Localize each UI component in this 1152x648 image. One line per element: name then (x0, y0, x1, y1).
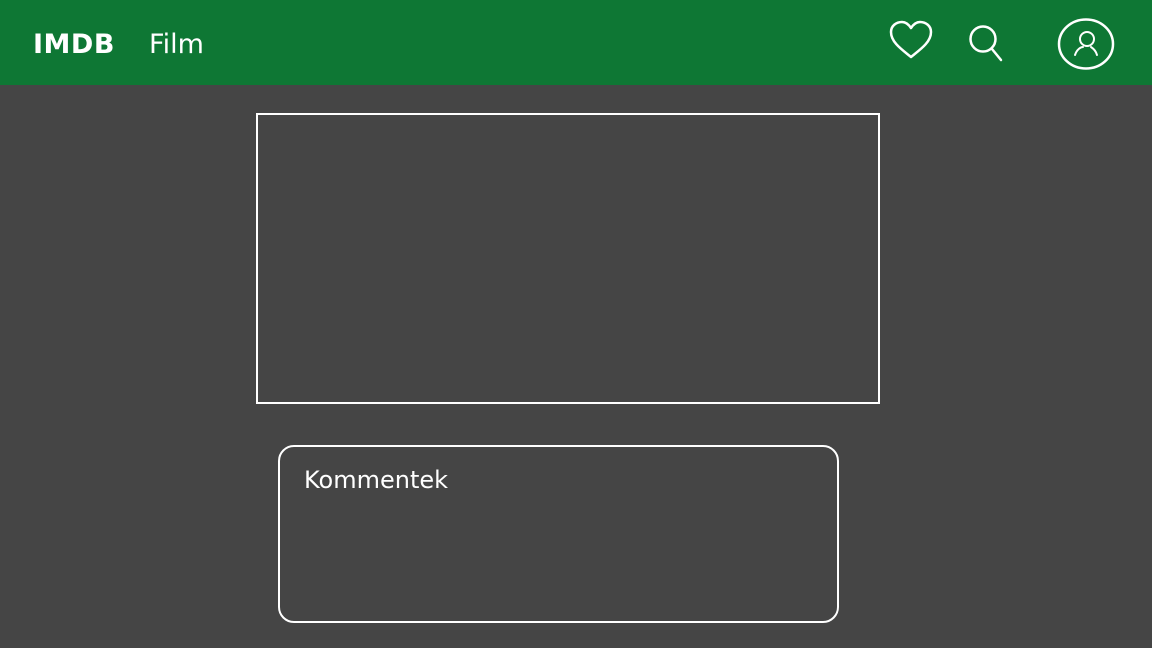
nav-link-film[interactable]: Film (149, 28, 204, 62)
media-placeholder (256, 113, 880, 404)
favorites-button[interactable] (887, 19, 935, 61)
search-button[interactable] (967, 22, 1005, 64)
comments-title: Kommentek (304, 466, 449, 494)
comments-panel: Kommentek (278, 445, 839, 623)
heart-icon (889, 20, 933, 59)
search-icon (969, 25, 1003, 62)
user-profile-icon (1057, 18, 1115, 70)
top-navigation-bar: IMDB Film (0, 0, 1152, 85)
profile-button[interactable] (1057, 17, 1115, 71)
brand-logo-link[interactable]: IMDB (33, 28, 115, 62)
